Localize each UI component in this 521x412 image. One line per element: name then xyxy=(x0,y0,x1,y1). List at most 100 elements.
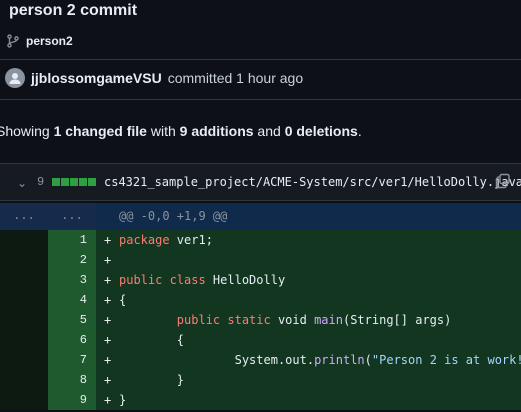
addition-marker: + xyxy=(104,253,112,267)
diff-summary: Showing 1 changed file with 9 additions … xyxy=(0,123,362,139)
old-line-number xyxy=(0,250,48,270)
new-line-number[interactable]: 5 xyxy=(48,310,96,330)
diff-line: 2 + xyxy=(0,250,521,270)
code-token: } xyxy=(119,393,127,407)
hunk-header: ... ... @@ -0,0 +1,9 @@ xyxy=(0,203,521,230)
diffstat-block xyxy=(52,178,60,186)
code-token: void xyxy=(270,313,315,327)
old-line-number xyxy=(0,350,48,370)
code-token: ( xyxy=(364,353,372,367)
addition-marker: + xyxy=(104,273,112,287)
diff-line: 6 + { xyxy=(0,330,521,350)
code-line: + } xyxy=(96,370,521,390)
summary-and: and xyxy=(253,123,285,139)
diff-table: 1 + package ver1; 2 +3 + public class HelloDol… xyxy=(0,230,521,410)
code-token: println xyxy=(314,353,365,367)
hunk-range: @@ -0,0 +1,9 @@ xyxy=(119,209,228,223)
code-token: package xyxy=(119,233,170,247)
diffstat-blocks xyxy=(52,178,96,186)
addition-marker: + xyxy=(104,373,112,387)
code-token: } xyxy=(119,373,185,387)
chevron-down-icon[interactable]: ⌄ xyxy=(17,176,27,190)
divider xyxy=(0,59,521,60)
new-line-number[interactable]: 1 xyxy=(48,230,96,250)
code-text: public class HelloDolly xyxy=(119,270,285,290)
diffstat-block xyxy=(61,178,69,186)
old-line-number xyxy=(0,330,48,350)
code-token: "Person 2 is at work!" xyxy=(371,353,521,367)
summary-additions: 9 additions xyxy=(179,123,254,139)
code-token: HelloDolly xyxy=(205,273,286,287)
diff-line: 8 + } xyxy=(0,370,521,390)
old-line-number xyxy=(0,290,48,310)
new-line-number[interactable]: 9 xyxy=(48,390,96,410)
code-token: System.out. xyxy=(119,353,315,367)
code-line: + public class HelloDolly xyxy=(96,270,521,290)
summary-files[interactable]: 1 changed file xyxy=(54,123,147,139)
old-line-number xyxy=(0,230,48,250)
commit-time: committed 1 hour ago xyxy=(167,70,304,86)
commit-author-row: jjblossomgameVSU committed 1 hour ago xyxy=(5,68,303,88)
summary-suffix: . xyxy=(357,123,362,139)
addition-marker: + xyxy=(104,353,112,367)
commit-title: person 2 commit xyxy=(9,2,138,19)
code-text: { xyxy=(119,290,126,310)
divider xyxy=(0,99,521,100)
code-line: + public static void main(String[] args) xyxy=(96,310,521,330)
code-token: { xyxy=(119,293,127,307)
addition-marker: + xyxy=(104,293,112,307)
diff-line: 1 + package ver1; xyxy=(0,230,521,250)
new-line-number[interactable]: 4 xyxy=(48,290,96,310)
branch-label[interactable]: person2 xyxy=(6,34,73,48)
code-token: public static xyxy=(176,313,271,327)
new-line-number[interactable]: 2 xyxy=(48,250,96,270)
summary-deletions: 0 deletions xyxy=(284,123,358,139)
change-count: 9 xyxy=(37,175,45,189)
old-line-number xyxy=(0,370,48,390)
user-icon xyxy=(9,73,21,84)
code-line: +} xyxy=(96,390,521,410)
code-line: +{ xyxy=(96,290,521,310)
avatar[interactable] xyxy=(5,68,25,88)
author-link[interactable]: jjblossomgameVSU xyxy=(31,70,162,86)
code-token: (String[] args) xyxy=(342,313,452,327)
diff-line: 5 + public static void main(String[] args… xyxy=(0,310,521,330)
addition-marker: + xyxy=(104,313,112,327)
new-line-number[interactable]: 8 xyxy=(48,370,96,390)
code-text: } xyxy=(119,370,184,390)
expand-down-button[interactable]: ... xyxy=(48,203,96,230)
code-line: + { xyxy=(96,330,521,350)
code-token: public class xyxy=(119,273,206,287)
branch-name: person2 xyxy=(26,34,73,48)
branch-icon xyxy=(7,34,19,48)
code-line: + xyxy=(96,250,521,270)
code-text: public static void main(String[] args) xyxy=(119,310,452,330)
file-path-link[interactable]: cs4321_sample_project/ACME-System/src/ve… xyxy=(104,175,521,189)
new-line-number[interactable]: 3 xyxy=(48,270,96,290)
diffstat-block xyxy=(79,178,87,186)
code-text: { xyxy=(119,330,184,350)
new-line-number[interactable]: 7 xyxy=(48,350,96,370)
new-line-number[interactable]: 6 xyxy=(48,330,96,350)
diff-line: 7 + System.out.println("Person 2 is at wo… xyxy=(0,350,521,370)
code-token: { xyxy=(119,333,185,347)
addition-marker: + xyxy=(104,333,112,347)
diff-line: 4 +{ xyxy=(0,290,521,310)
summary-prefix: Showing xyxy=(0,123,54,139)
addition-marker: + xyxy=(104,393,112,407)
summary-mid: with xyxy=(146,123,180,139)
expand-up-button[interactable]: ... xyxy=(0,203,48,230)
code-line: + System.out.println("Person 2 is at wor… xyxy=(96,350,521,370)
copy-icon[interactable] xyxy=(495,173,511,189)
old-line-number xyxy=(0,310,48,330)
code-line: + package ver1; xyxy=(96,230,521,250)
old-line-number xyxy=(0,390,48,410)
code-text: package ver1; xyxy=(119,230,213,250)
addition-marker: + xyxy=(104,233,112,247)
diff-line: 9 +} xyxy=(0,390,521,410)
code-text: System.out.println("Person 2 is at work!… xyxy=(119,350,521,370)
file-header: ⌄ 9 cs4321_sample_project/ACME-System/sr… xyxy=(0,163,521,201)
diffstat-block xyxy=(70,178,78,186)
diffstat-block xyxy=(88,178,96,186)
